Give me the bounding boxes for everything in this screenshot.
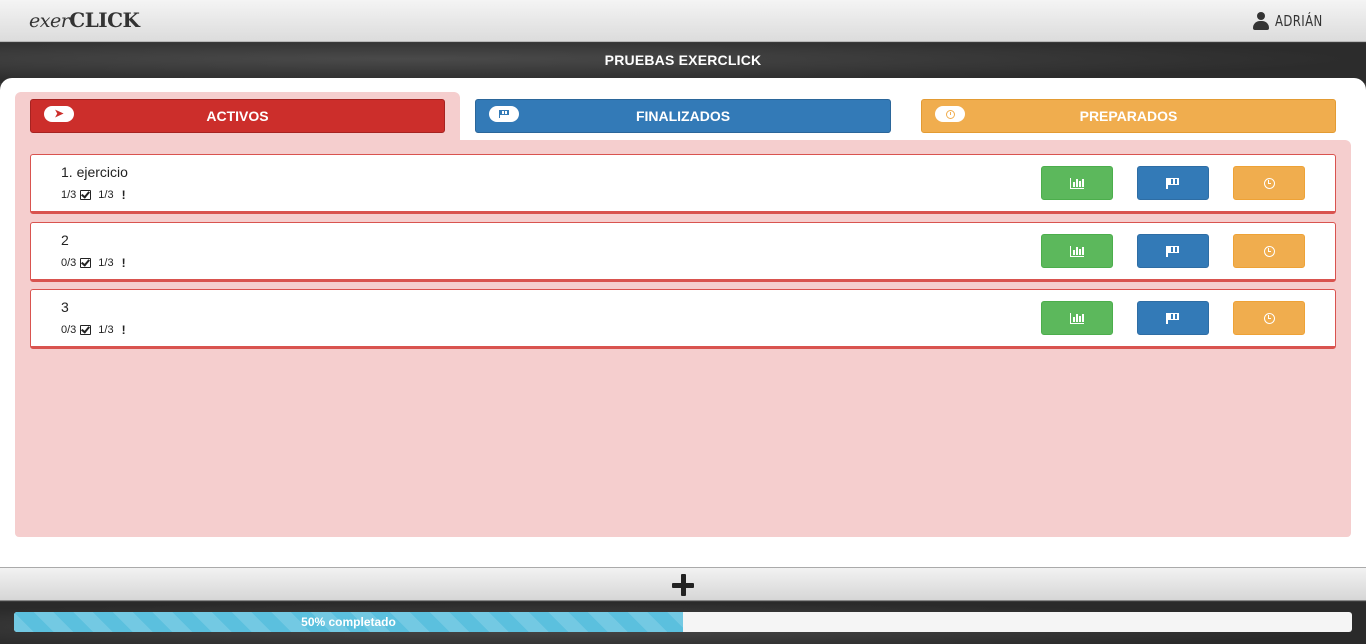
item-stats: 0/3 1/3 !	[61, 323, 126, 337]
list-item[interactable]: 3 0/3 1/3 !	[30, 289, 1336, 349]
bottom-toolbar	[0, 567, 1366, 601]
tab-preparados[interactable]: PREPARADOS	[921, 99, 1336, 133]
exclamation-icon: !	[121, 188, 126, 202]
check-square-icon	[80, 190, 92, 200]
page-header: PRUEBAS EXERCLICK	[0, 43, 1366, 83]
prepare-button[interactable]	[1233, 166, 1305, 200]
tab-activos[interactable]: ➤ ACTIVOS	[30, 99, 445, 133]
paper-plane-icon: ➤	[44, 106, 74, 122]
flag-checkered-icon	[1166, 245, 1180, 257]
flag-checkered-icon	[1166, 312, 1180, 324]
list-item[interactable]: 1. ejercicio 1/3 1/3 !	[30, 154, 1336, 214]
bar-chart-icon	[1070, 312, 1084, 324]
tab-activos-label: ACTIVOS	[206, 108, 269, 124]
item-done-count: 1/3	[61, 189, 77, 201]
page-title: PRUEBAS EXERCLICK	[604, 52, 762, 68]
item-title: 1. ejercicio	[61, 164, 128, 180]
stats-button[interactable]	[1041, 301, 1113, 335]
bar-chart-icon	[1070, 177, 1084, 189]
progress-label: 50% completado	[301, 615, 396, 629]
brand-suffix: CLICK	[69, 8, 140, 32]
progress-bar: 50% completado	[14, 612, 1352, 632]
tab-finalizados-label: FINALIZADOS	[635, 108, 731, 124]
progress-fill: 50% completado	[14, 612, 683, 632]
exclamation-icon: !	[121, 256, 126, 270]
stats-button[interactable]	[1041, 166, 1113, 200]
clock-icon	[935, 106, 965, 122]
stats-button[interactable]	[1041, 234, 1113, 268]
add-button[interactable]	[670, 573, 696, 597]
prepare-button[interactable]	[1233, 301, 1305, 335]
item-stats: 1/3 1/3 !	[61, 188, 126, 202]
brand-logo[interactable]: exer CLICK	[29, 8, 140, 34]
flag-checkered-icon	[489, 106, 519, 122]
brand-prefix: exer	[29, 10, 70, 32]
item-pending-count: 1/3	[98, 324, 114, 336]
finish-button[interactable]	[1137, 301, 1209, 335]
clock-icon	[1263, 312, 1275, 324]
item-done-count: 0/3	[61, 257, 77, 269]
tab-preparados-label: PREPARADOS	[1079, 108, 1178, 124]
tab-finalizados[interactable]: FINALIZADOS	[475, 99, 891, 133]
top-navbar: exer CLICK ADRIÁN	[0, 0, 1366, 42]
finish-button[interactable]	[1137, 166, 1209, 200]
clock-icon	[1263, 245, 1275, 257]
check-square-icon	[80, 258, 92, 268]
item-title: 3	[61, 299, 69, 315]
finish-button[interactable]	[1137, 234, 1209, 268]
item-pending-count: 1/3	[98, 257, 114, 269]
clock-icon	[1263, 177, 1275, 189]
item-pending-count: 1/3	[98, 189, 114, 201]
user-name: ADRIÁN	[1274, 12, 1323, 30]
item-stats: 0/3 1/3 !	[61, 256, 126, 270]
check-square-icon	[80, 325, 92, 335]
prepare-button[interactable]	[1233, 234, 1305, 268]
bar-chart-icon	[1070, 245, 1084, 257]
user-menu[interactable]: ADRIÁN	[1252, 10, 1336, 32]
list-item[interactable]: 2 0/3 1/3 !	[30, 222, 1336, 282]
item-title: 2	[61, 232, 69, 248]
item-done-count: 0/3	[61, 324, 77, 336]
user-icon	[1252, 12, 1269, 30]
flag-checkered-icon	[1166, 177, 1180, 189]
exclamation-icon: !	[121, 323, 126, 337]
